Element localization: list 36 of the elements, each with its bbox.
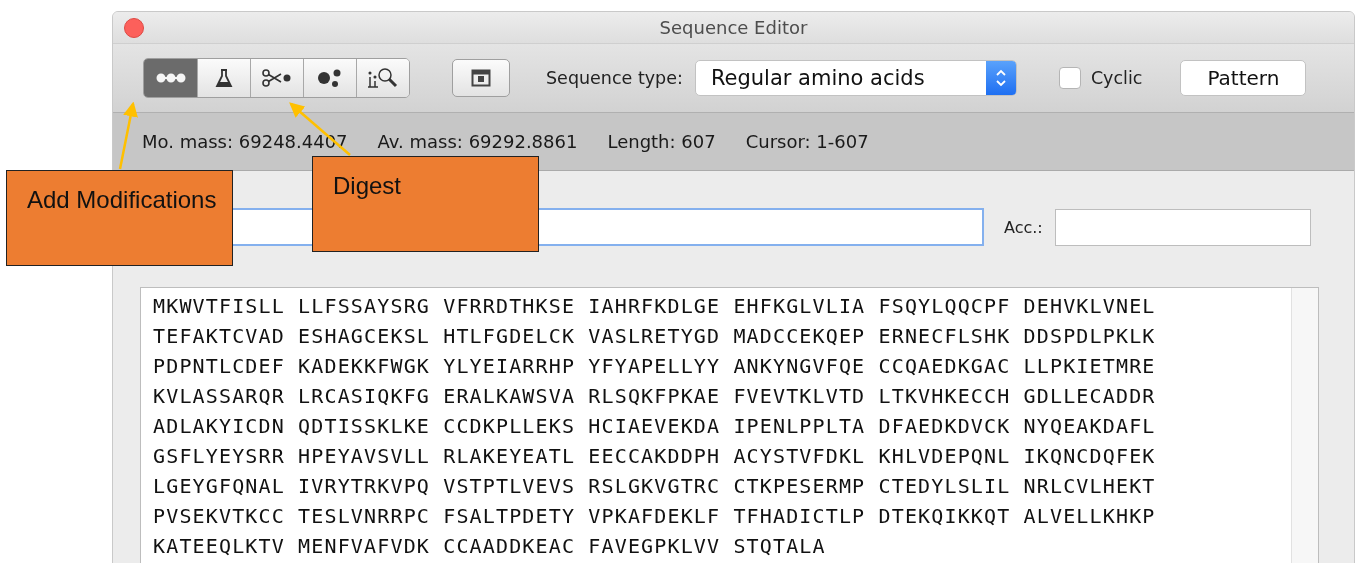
- scissors-icon: [261, 68, 293, 88]
- window-title: Sequence Editor: [659, 17, 808, 38]
- tool-button[interactable]: [197, 59, 250, 97]
- pattern-button[interactable]: Pattern: [1180, 60, 1307, 96]
- sequence-line: LGEYGFQNAL IVRYTRKVPQ VSTPTLVEVS RSLGKVGTRC CTKPESERMP CTEDYLSLIL NRLCVLHEKT: [153, 473, 1157, 500]
- acc-field[interactable]: [1054, 208, 1311, 246]
- tool-button[interactable]: [250, 59, 303, 97]
- sequence-type-dropdown[interactable]: Regular amino acids: [694, 60, 1017, 96]
- callout-tooltip: Add Modifications: [6, 170, 233, 266]
- arrow: [118, 101, 138, 170]
- close-button[interactable]: [124, 17, 144, 38]
- sequence-line: KVLASSARQR LRCASIQKFG ERALKAWSVA RLSQKFPKAE FVEVTKLVTD LTKVHKECCH GDLLECADDR: [153, 383, 1157, 410]
- search-icon: [367, 67, 399, 89]
- sequence-text-area[interactable]: [140, 287, 1319, 563]
- callout-tooltip: Digest: [312, 156, 539, 252]
- sequence-line: PVSEKVTKCC TESLVNRRPC FSALTPDETY VPKAFDEKLF TFHADICTLP DTEKQIKKQT ALVELLKHKP: [153, 503, 1157, 530]
- stat-text: Length: 607: [607, 131, 716, 152]
- tool-button[interactable]: [303, 59, 356, 97]
- sequence-line: MKWVTFISLL LLFSSAYSRG VFRRDTHKSE IAHRFKDLGE EHFKGLVLIA FSQYLQQCPF DEHVKLVNEL: [153, 293, 1157, 320]
- updown-chevron-icon: [994, 67, 1007, 89]
- sequence-line: ADLAKYICDN QDTISSKLKE CCDKPLLEKS HCIAEVEKDA IPENLPPLTA DFAEDKDVCK NYQEAKDAFL: [153, 413, 1157, 440]
- sequence-line: KATEEQLKTV MENFVAFVDK CCAADDKEAC FAVEGPKLVV STQTALA: [153, 533, 827, 560]
- sequence-line: PDPNTLCDEF KADEKKFWGK YLYEIARRHP YFYAPELLYY ANKYNGVFQE CCQAEDKGAC LLPKIETMRE: [153, 353, 1157, 380]
- sequence-line: GSFLYEYSRR HPEYAVSVLL RLAKEYEATL EECCAKDDPH ACYSTVFDKL KHLVDEPQNL IKQNCDQFEK: [153, 443, 1157, 470]
- flask-icon: [214, 68, 234, 88]
- window-icon: [471, 69, 491, 87]
- stat-text: Cursor: 1-607: [745, 131, 869, 152]
- sequence-line: TEFAKTCVAD ESHAGCEKSL HTLFGDELCK VASLRETYGD MADCCEKQEP ERNECFLSHK DDSPDLPKLK: [153, 323, 1157, 350]
- cyclic-checkbox[interactable]: [1058, 67, 1081, 89]
- panel-button[interactable]: [452, 59, 510, 97]
- acc-label: Acc.:: [1004, 217, 1043, 237]
- sequence-type-label: Sequence type:: [546, 68, 683, 88]
- cyclic-label: Cyclic: [1090, 68, 1143, 88]
- chain-icon: [155, 72, 186, 84]
- stat-text: Av. mass: 69292.8861: [377, 131, 578, 152]
- tool-button[interactable]: [356, 59, 409, 97]
